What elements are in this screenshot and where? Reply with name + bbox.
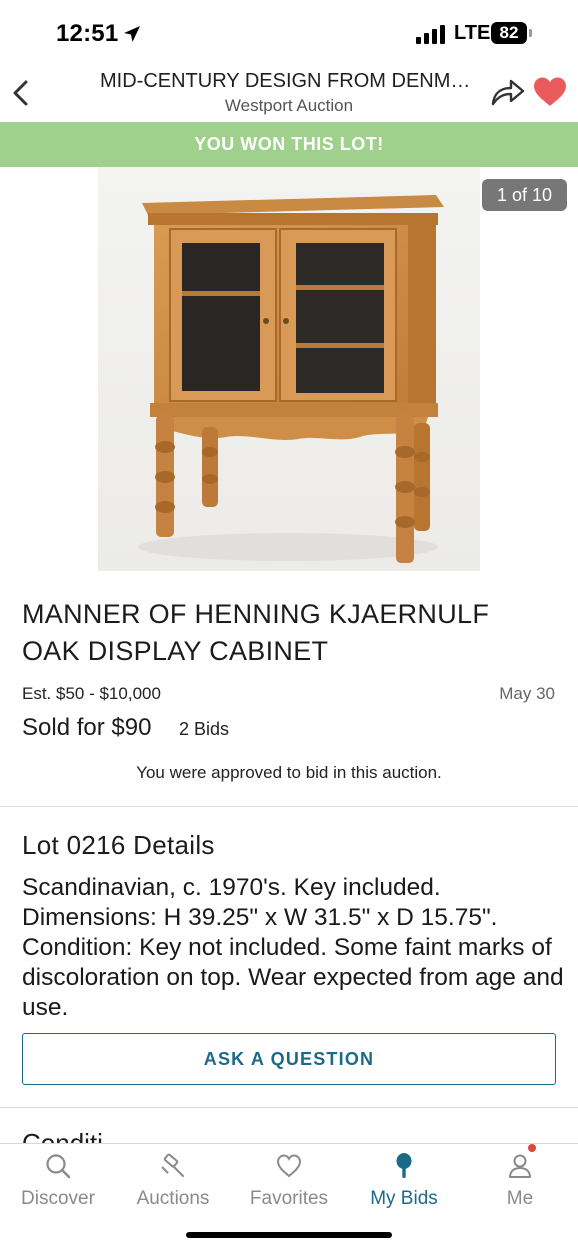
- tab-label: Me: [506, 1188, 534, 1209]
- network-type: LTE: [454, 22, 491, 44]
- tab-me[interactable]: Me: [462, 1152, 578, 1210]
- favorite-heart-icon[interactable]: [532, 76, 568, 108]
- divider: [0, 1107, 578, 1108]
- tab-my-bids[interactable]: My Bids: [346, 1152, 462, 1210]
- gavel-icon: [161, 1153, 184, 1177]
- tab-favorites[interactable]: Favorites: [231, 1152, 347, 1210]
- battery-cap: [529, 29, 532, 37]
- lot-header: MID-CENTURY DESIGN FROM DENMA… Westport …: [0, 62, 578, 122]
- tab-discover[interactable]: Discover: [0, 1152, 116, 1210]
- location-arrow-icon: [124, 26, 140, 42]
- share-icon[interactable]: [490, 76, 526, 108]
- tab-label: My Bids: [370, 1188, 438, 1209]
- auction-title: MID-CENTURY DESIGN FROM DENMA…: [100, 70, 478, 92]
- status-time: 12:51: [56, 20, 119, 47]
- sold-price: Sold for $90: [22, 714, 152, 741]
- lot-estimate: Est. $50 - $10,000: [22, 684, 161, 703]
- signal-icon: [416, 25, 445, 44]
- heart-icon: [276, 1154, 302, 1178]
- tab-label: Favorites: [249, 1188, 329, 1209]
- tab-label: Auctions: [136, 1188, 210, 1209]
- person-icon: [509, 1154, 531, 1178]
- tab-label: Discover: [21, 1188, 95, 1209]
- divider: [0, 806, 578, 807]
- notification-dot: [528, 1144, 536, 1152]
- lot-photo[interactable]: [98, 167, 480, 571]
- tab-auctions[interactable]: Auctions: [115, 1152, 231, 1210]
- details-heading: Lot 0216 Details: [22, 830, 215, 860]
- sale-date: May 30: [499, 684, 555, 703]
- photo-counter: 1 of 10: [482, 179, 567, 211]
- lot-description: Scandinavian, c. 1970's. Key included. D…: [22, 874, 564, 1021]
- home-indicator: [186, 1232, 392, 1238]
- battery-icon: 82: [491, 22, 527, 44]
- bid-count: 2 Bids: [179, 719, 230, 739]
- ask-question-button[interactable]: ASK A QUESTION: [22, 1033, 556, 1085]
- approval-note: You were approved to bid in this auction…: [136, 763, 442, 782]
- back-chevron-icon[interactable]: [6, 74, 38, 112]
- auction-house-name: Westport Auction: [224, 96, 354, 115]
- cabinet-image: [138, 195, 444, 563]
- search-icon: [46, 1154, 71, 1179]
- won-lot-banner: YOU WON THIS LOT!: [0, 122, 578, 167]
- lot-title: MANNER OF HENNING KJAERNULF OAK DISPLAY …: [22, 599, 490, 666]
- status-bar: 12:51 LTE 82: [0, 0, 578, 62]
- bid-paddle-icon: [396, 1153, 412, 1178]
